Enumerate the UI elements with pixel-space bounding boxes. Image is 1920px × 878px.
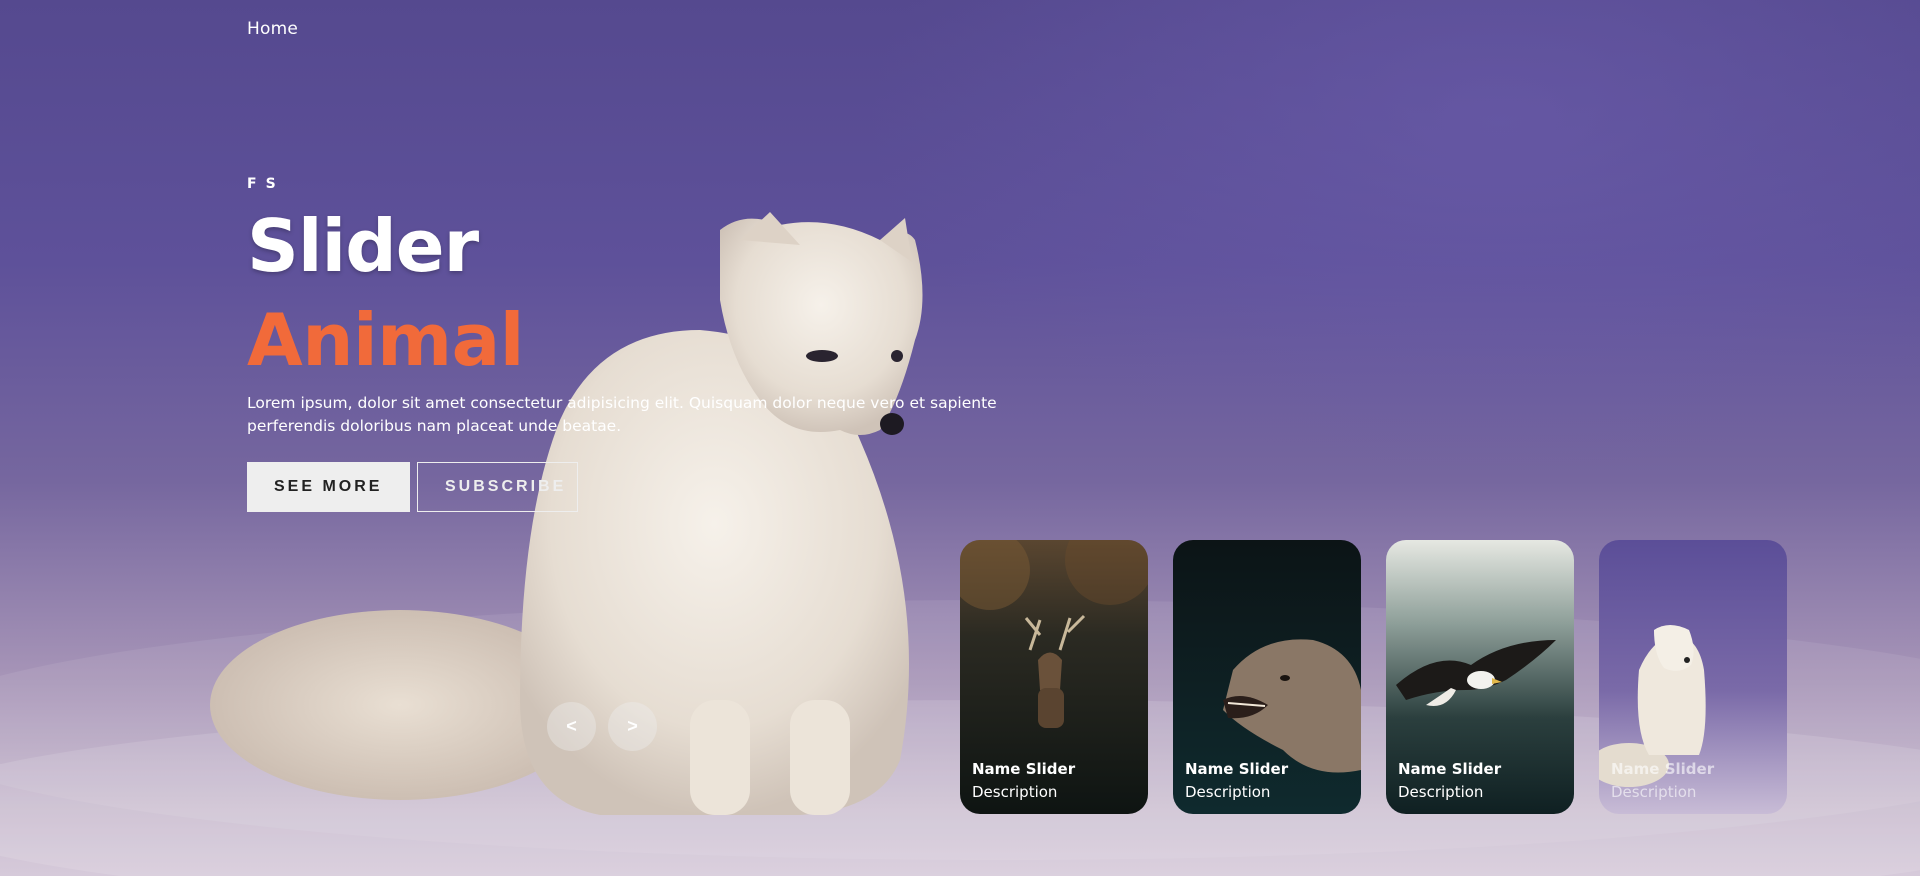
thumbnail-description: Description bbox=[1611, 783, 1697, 801]
slide-content: FS Slider Animal Lorem ipsum, dolor sit … bbox=[247, 176, 1067, 512]
thumbnail-name: Name Slider bbox=[972, 760, 1076, 778]
thumbnail-description: Description bbox=[1398, 783, 1484, 801]
slide-author: FS bbox=[247, 176, 285, 192]
thumbnail-description: Description bbox=[1185, 783, 1271, 801]
thumbnail-caption: Name Slider Description bbox=[972, 758, 1075, 804]
slide-topic: Animal bbox=[247, 298, 524, 382]
thumbnail-name: Name Slider bbox=[1398, 760, 1502, 778]
slider-arrows: < > bbox=[547, 702, 657, 751]
slide-title: Slider bbox=[247, 204, 479, 288]
thumbnail-caption: Name Slider Description bbox=[1398, 758, 1501, 804]
thumbnail-item[interactable]: Name Slider Description bbox=[1173, 540, 1361, 814]
prev-arrow-button[interactable]: < bbox=[547, 702, 596, 751]
slide-buttons: SEE MORE SUBSCRIBE bbox=[247, 462, 1067, 512]
see-more-button[interactable]: SEE MORE bbox=[247, 462, 410, 512]
thumbnail-description: Description bbox=[972, 783, 1058, 801]
next-arrow-button[interactable]: > bbox=[608, 702, 657, 751]
thumbnail-name: Name Slider bbox=[1611, 760, 1715, 778]
nav-home-link[interactable]: Home bbox=[247, 19, 298, 39]
thumbnail-item[interactable]: Name Slider Description bbox=[960, 540, 1148, 814]
slide-description: Lorem ipsum, dolor sit amet consectetur … bbox=[247, 394, 997, 435]
thumbnail-item[interactable]: Name Slider Description bbox=[1599, 540, 1787, 814]
thumbnail-caption: Name Slider Description bbox=[1611, 758, 1714, 804]
thumbnail-name: Name Slider bbox=[1185, 760, 1289, 778]
thumbnail-list: Name Slider Description Name Slider Desc… bbox=[960, 540, 1787, 814]
subscribe-button[interactable]: SUBSCRIBE bbox=[417, 462, 578, 512]
thumbnail-caption: Name Slider Description bbox=[1185, 758, 1288, 804]
thumbnail-item[interactable]: Name Slider Description bbox=[1386, 540, 1574, 814]
